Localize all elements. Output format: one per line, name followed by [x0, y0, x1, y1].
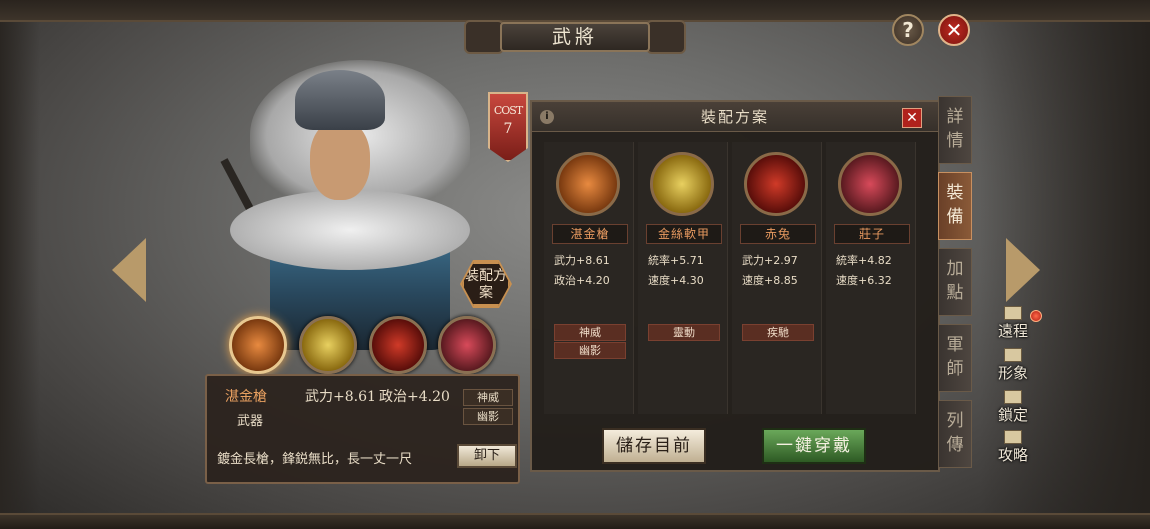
scroll-icon	[1004, 430, 1022, 444]
hero-portrait	[190, 50, 510, 365]
prev-hero-arrow-icon[interactable]	[112, 238, 146, 302]
menu-lock[interactable]: 鎖定	[988, 390, 1038, 425]
item-info-card: 湛金槍 武力+8.61 政治+4.20 武器 神威 幽影 鍍金長槍，鋒鋭無比，長…	[205, 374, 520, 484]
spear-icon[interactable]	[556, 152, 620, 216]
bottom-frame	[0, 513, 1150, 529]
loadout-item-name: 湛金槍	[552, 224, 628, 244]
equip-slot-armor[interactable]	[299, 316, 357, 374]
item-skill-tag: 神威	[463, 389, 513, 406]
flag-icon	[1004, 306, 1022, 320]
question-icon: ?	[902, 18, 914, 42]
lock-icon	[1004, 390, 1022, 404]
loadout-stat: 統率+4.82	[836, 254, 892, 267]
item-description: 鍍金長槍，鋒鋭無比，長一丈一尺	[217, 452, 413, 467]
close-icon: ✕	[945, 18, 963, 42]
loadout-skill-tag: 疾馳	[742, 324, 814, 341]
cost-value: 7	[503, 121, 513, 137]
cost-badge: COST 7	[488, 92, 528, 162]
loadout-skill-tag: 幽影	[554, 342, 626, 359]
armor-icon[interactable]	[650, 152, 714, 216]
tab-advisor[interactable]: 軍師	[938, 324, 972, 392]
loadout-panel: i 裝配方案 ✕ 湛金槍 武力+8.61 政治+4.20 神威 幽影 金絲軟甲 …	[530, 100, 940, 472]
close-button[interactable]: ✕	[938, 14, 970, 46]
equip-slot-mount[interactable]	[369, 316, 427, 374]
item-stat: 武力+8.61	[305, 389, 376, 405]
tab-biography[interactable]: 列傳	[938, 400, 972, 468]
item-stat: 政治+4.20	[379, 389, 450, 405]
menu-guide[interactable]: 攻略	[988, 430, 1038, 465]
loadout-stat: 速度+6.32	[836, 274, 892, 287]
loadout-stat: 速度+4.30	[648, 274, 704, 287]
title-ornament-right	[646, 20, 686, 54]
page-title: 武將	[500, 22, 650, 52]
hero-fur	[230, 190, 470, 270]
loadout-stat: 政治+4.20	[554, 274, 610, 287]
tab-equipment[interactable]: 裝備	[938, 172, 972, 240]
equip-slot-weapon[interactable]	[229, 316, 287, 374]
save-current-button[interactable]: 儲存目前	[602, 428, 706, 464]
panel-title: 裝配方案	[700, 108, 769, 126]
loadout-skill-tag: 靈動	[648, 324, 720, 341]
loadout-skill-tag: 神威	[554, 324, 626, 341]
horse-icon[interactable]	[744, 152, 808, 216]
loadout-stat: 武力+2.97	[742, 254, 798, 267]
loadout-stat: 統率+5.71	[648, 254, 704, 267]
tab-details[interactable]: 詳情	[938, 96, 972, 164]
equip-all-button[interactable]: 一鍵穿戴	[762, 428, 866, 464]
close-icon: ✕	[906, 110, 918, 126]
menu-label: 遠程	[997, 322, 1028, 340]
loadout-stat: 速度+8.85	[742, 274, 798, 287]
loadout-item-name: 赤兔	[740, 224, 816, 244]
item-skill-tag: 幽影	[463, 408, 513, 425]
panel-header: i 裝配方案 ✕	[532, 102, 938, 132]
unequip-button[interactable]: 卸下	[457, 444, 517, 468]
tab-add-points[interactable]: 加點	[938, 248, 972, 316]
figure-icon	[1004, 348, 1022, 362]
item-type: 武器	[237, 414, 264, 429]
hero-helmet	[295, 70, 385, 130]
notification-dot	[1030, 310, 1042, 322]
loadout-item-name: 莊子	[834, 224, 910, 244]
top-frame	[0, 0, 1150, 22]
loadout-column: 莊子 統率+4.82 速度+6.32	[826, 142, 916, 414]
help-button[interactable]: ?	[892, 14, 924, 46]
left-shade	[0, 22, 40, 513]
loadout-stat: 武力+8.61	[554, 254, 610, 267]
equip-slot-book[interactable]	[438, 316, 496, 374]
loadout-column: 湛金槍 武力+8.61 政治+4.20 神威 幽影	[544, 142, 634, 414]
panel-close-button[interactable]: ✕	[902, 108, 922, 128]
book-icon[interactable]	[838, 152, 902, 216]
hero-face	[310, 120, 370, 200]
loadout-column: 金絲軟甲 統率+5.71 速度+4.30 靈動	[638, 142, 728, 414]
menu-appearance[interactable]: 形象	[988, 348, 1038, 383]
menu-label: 攻略	[997, 446, 1028, 464]
title-ornament-left	[464, 20, 504, 54]
menu-label: 形象	[997, 364, 1028, 382]
loadout-column: 赤兔 武力+2.97 速度+8.85 疾馳	[732, 142, 822, 414]
item-name: 湛金槍	[225, 389, 267, 405]
cost-label: COST	[493, 104, 523, 117]
loadout-item-name: 金絲軟甲	[646, 224, 722, 244]
menu-label: 鎖定	[997, 406, 1028, 424]
next-hero-arrow-icon[interactable]	[1006, 238, 1040, 302]
